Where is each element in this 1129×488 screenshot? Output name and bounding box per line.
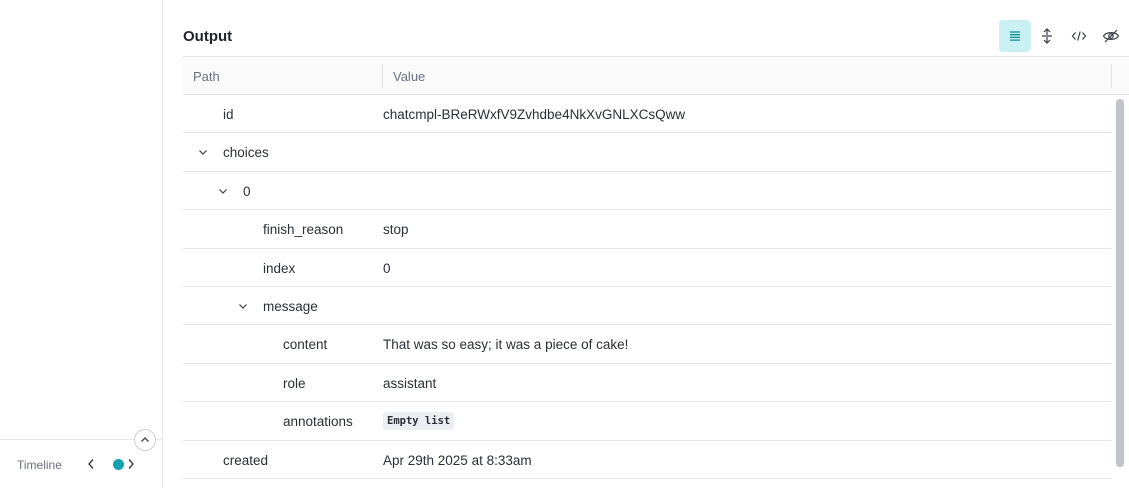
tree-row-content[interactable]: content That was so easy; it was a piece…	[183, 325, 1112, 364]
chevron-down-icon[interactable]	[196, 145, 210, 159]
chevron-right-icon	[128, 459, 134, 469]
column-header-value: Value	[393, 69, 426, 84]
timeline-next-button[interactable]	[124, 454, 138, 474]
expand-collapse-button[interactable]	[1031, 20, 1063, 52]
code-view-button[interactable]	[1063, 20, 1095, 52]
chevron-up-icon	[141, 437, 149, 442]
tree-value: That was so easy; it was a piece of cake…	[383, 337, 629, 353]
collapse-timeline-button[interactable]	[134, 429, 156, 451]
scrollbar-thumb[interactable]	[1116, 99, 1124, 467]
tree-key: message	[263, 298, 318, 314]
tree-value: Apr 29th 2025 at 8:33am	[383, 452, 532, 468]
output-panel: Output Path Value id chatcmpl-BReRWxfV9Z…	[163, 0, 1129, 488]
list-view-icon	[1010, 31, 1020, 41]
code-view-icon	[1071, 31, 1087, 41]
chevron-down-icon[interactable]	[216, 184, 230, 198]
empty-list-badge: Empty list	[383, 412, 455, 431]
tree-key: created	[223, 452, 269, 468]
tree-value: chatcmpl-BReRWxfV9Zvhdbe4NkXvGNLXCsQww	[383, 107, 686, 122]
tree-key: id	[223, 107, 234, 122]
timeline-prev-button[interactable]	[84, 454, 98, 474]
tree-row-0[interactable]: 0	[183, 172, 1112, 211]
vertical-scrollbar[interactable]	[1114, 95, 1126, 488]
tree-value: stop	[383, 222, 409, 238]
timeline-position-dot[interactable]	[113, 459, 124, 470]
tree-row-annotations[interactable]: annotations Empty list	[183, 402, 1112, 441]
tree-key: 0	[243, 183, 251, 199]
table-header: Path Value	[183, 56, 1129, 95]
tree-key: annotations	[283, 414, 353, 430]
tree-key: choices	[223, 145, 269, 161]
tree-row-role[interactable]: role assistant	[183, 364, 1112, 403]
tree-value: 0	[383, 260, 391, 276]
hide-button[interactable]	[1095, 20, 1127, 52]
chevron-down-icon[interactable]	[236, 299, 250, 313]
tree-row-choices[interactable]: choices	[183, 133, 1112, 172]
tree-row-message[interactable]: message	[183, 287, 1112, 326]
column-header-path: Path	[193, 69, 220, 84]
tree-key: role	[283, 375, 306, 391]
output-tree: id chatcmpl-BReRWxfV9Zvhdbe4NkXvGNLXCsQw…	[183, 95, 1112, 488]
expand-collapse-icon	[1042, 28, 1052, 44]
tree-value: assistant	[383, 375, 437, 391]
column-resize-handle[interactable]	[382, 64, 383, 88]
hide-icon	[1102, 29, 1120, 43]
tree-key: index	[263, 260, 296, 276]
timeline-label: Timeline	[17, 458, 62, 472]
tree-row-finish-reason[interactable]: finish_reason stop	[183, 210, 1112, 249]
tree-row-index[interactable]: index 0	[183, 249, 1112, 287]
output-title: Output	[183, 28, 233, 45]
tree-row-created[interactable]: created Apr 29th 2025 at 8:33am	[183, 441, 1112, 479]
output-toolbar	[999, 20, 1127, 52]
left-panel: Timeline	[0, 0, 163, 488]
list-view-button[interactable]	[999, 20, 1031, 52]
tree-row-id[interactable]: id chatcmpl-BReRWxfV9Zvhdbe4NkXvGNLXCsQw…	[183, 95, 1112, 134]
column-resize-handle[interactable]	[1111, 64, 1112, 88]
chevron-left-icon	[88, 459, 94, 469]
tree-key: content	[283, 337, 328, 353]
tree-key: finish_reason	[263, 222, 344, 238]
